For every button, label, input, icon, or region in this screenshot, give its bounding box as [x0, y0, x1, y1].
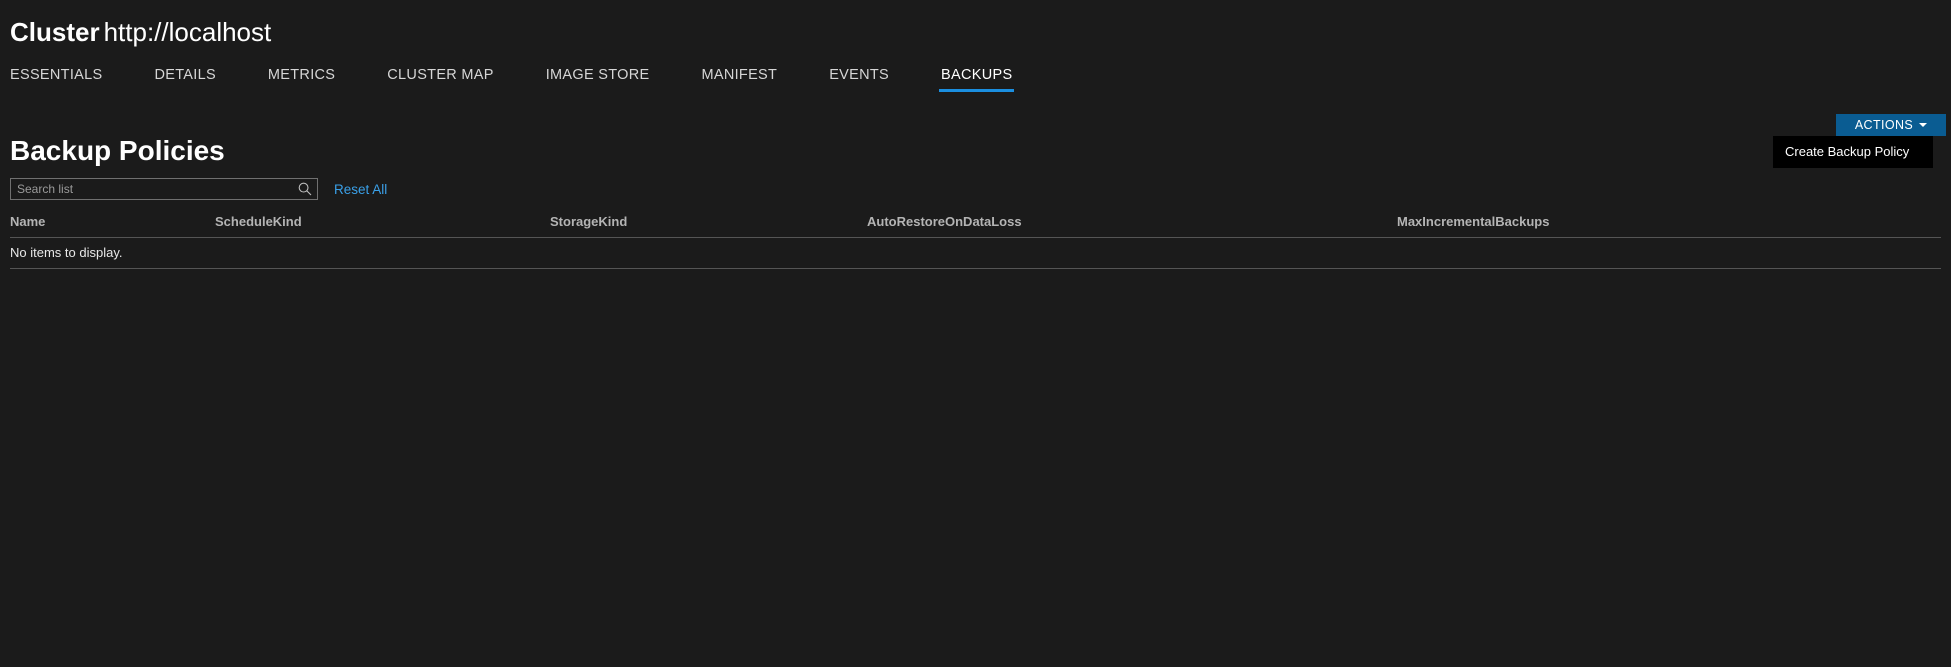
section-title: Backup Policies	[10, 135, 225, 166]
search-input[interactable]	[10, 178, 318, 200]
menu-item-create-backup-policy[interactable]: Create Backup Policy	[1773, 142, 1933, 161]
tab-image-store[interactable]: IMAGE STORE	[546, 67, 650, 92]
page-title: Cluster http://localhost	[10, 16, 1951, 48]
table-body: No items to display.	[10, 237, 1941, 269]
search-box	[10, 178, 318, 200]
entity-url-label: http://localhost	[103, 17, 272, 47]
entity-type-label: Cluster	[10, 17, 100, 47]
actions-button[interactable]: ACTIONS	[1836, 114, 1946, 136]
page-header: Cluster http://localhost	[0, 0, 1951, 48]
column-header-schedulekind[interactable]: ScheduleKind	[215, 214, 550, 238]
tab-metrics[interactable]: METRICS	[268, 67, 335, 92]
chevron-down-icon	[1919, 123, 1928, 127]
column-header-autorestoreondataloss[interactable]: AutoRestoreOnDataLoss	[867, 214, 1397, 238]
tab-bar: ESSENTIALS DETAILS METRICS CLUSTER MAP I…	[0, 58, 1951, 92]
actions-zone: ACTIONS Create Backup Policy	[1760, 114, 1946, 168]
tab-essentials[interactable]: ESSENTIALS	[10, 67, 102, 92]
tab-details[interactable]: DETAILS	[154, 67, 215, 92]
reset-all-link[interactable]: Reset All	[334, 182, 387, 197]
filter-row: Reset All	[10, 178, 1941, 200]
column-header-maxincrementalbackups[interactable]: MaxIncrementalBackups	[1397, 214, 1941, 238]
empty-state-message: No items to display.	[10, 237, 1941, 269]
table-header: Name ScheduleKind StorageKind AutoRestor…	[10, 214, 1941, 238]
tab-manifest[interactable]: MANIFEST	[701, 67, 777, 92]
actions-dropdown-menu: Create Backup Policy	[1773, 136, 1933, 168]
column-header-name[interactable]: Name	[10, 214, 215, 238]
table-header-row: Name ScheduleKind StorageKind AutoRestor…	[10, 214, 1941, 238]
backup-policies-table: Name ScheduleKind StorageKind AutoRestor…	[10, 214, 1941, 269]
actions-button-label: ACTIONS	[1854, 118, 1914, 132]
main-content: Backup Policies Reset All Name ScheduleK…	[0, 134, 1951, 269]
tab-backups[interactable]: BACKUPS	[939, 67, 1015, 92]
column-header-storagekind[interactable]: StorageKind	[550, 214, 867, 238]
tab-cluster-map[interactable]: CLUSTER MAP	[387, 67, 493, 92]
tab-events[interactable]: EVENTS	[829, 67, 889, 92]
table-empty-row: No items to display.	[10, 237, 1941, 269]
